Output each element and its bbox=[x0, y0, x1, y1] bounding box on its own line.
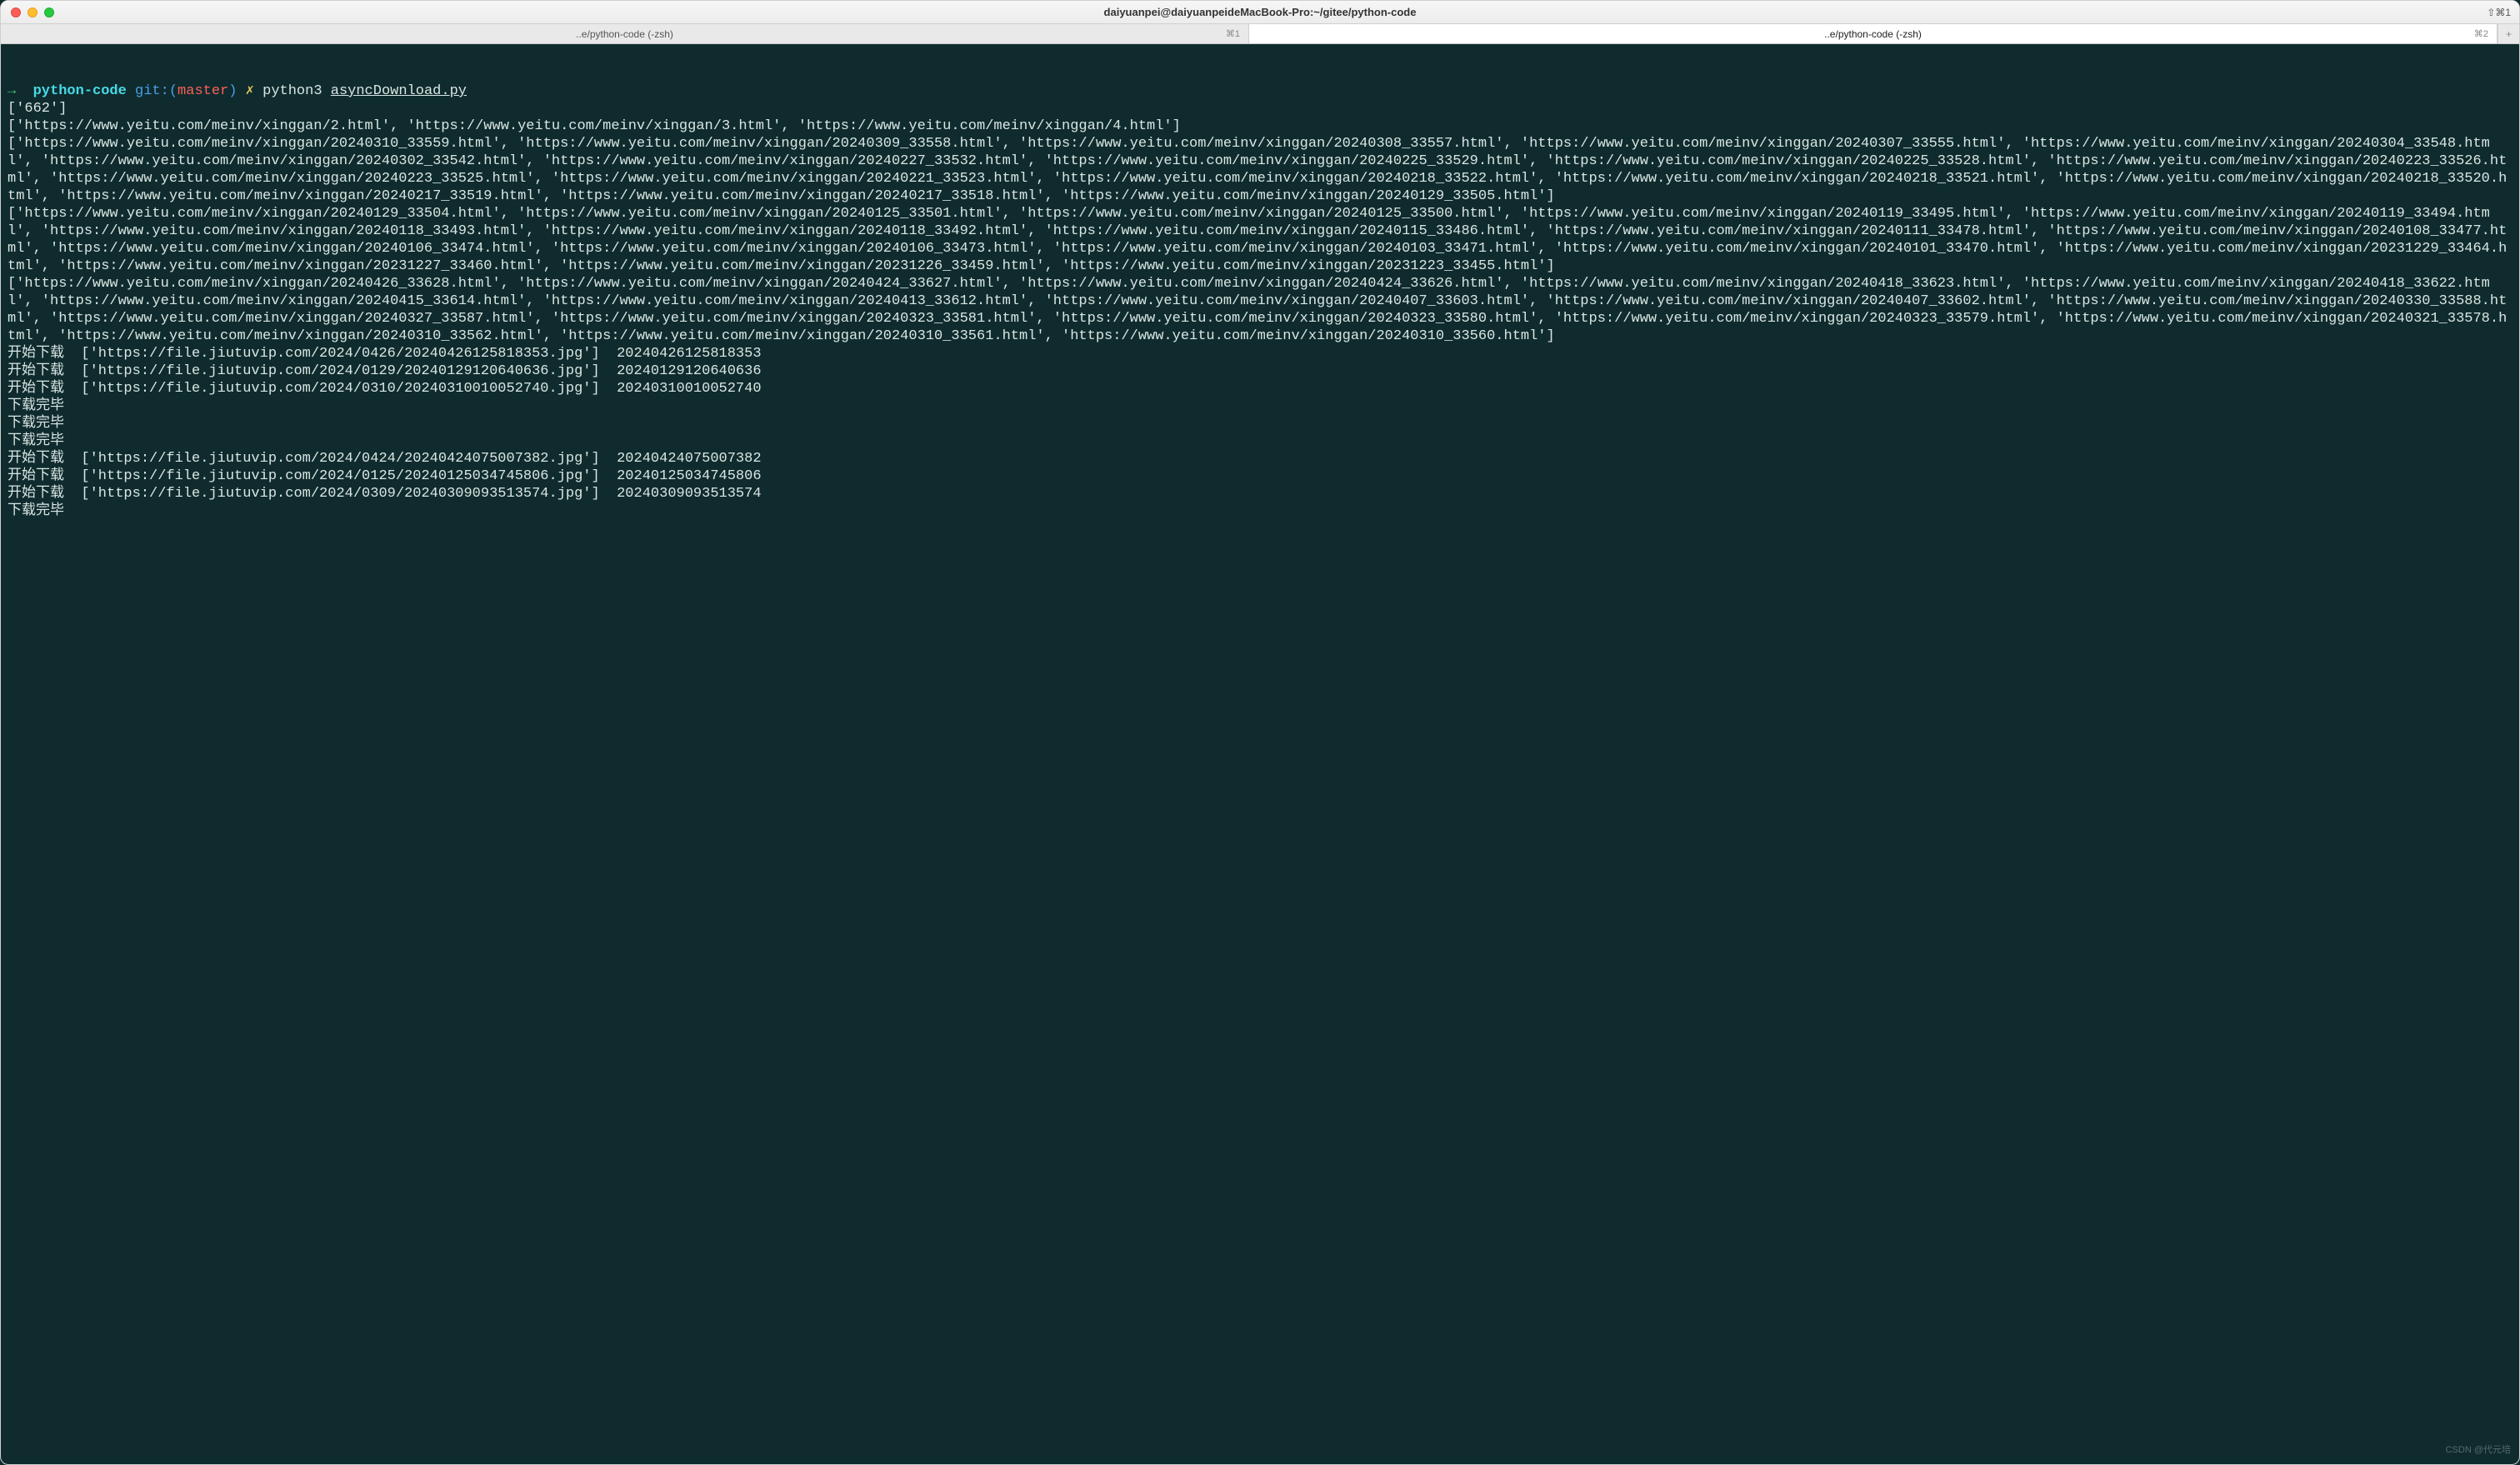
traffic-lights bbox=[11, 8, 54, 18]
terminal-window: daiyuanpei@daiyuanpeideMacBook-Pro:~/git… bbox=[0, 0, 2520, 1465]
terminal-body[interactable]: → python-code git:(master) ✗ python3 asy… bbox=[1, 44, 2519, 1464]
window-title: daiyuanpei@daiyuanpeideMacBook-Pro:~/git… bbox=[1104, 6, 1417, 18]
tab-1[interactable]: ..e/python-code (-zsh) ⌘1 bbox=[1, 24, 1249, 43]
prompt-branch: master bbox=[178, 83, 228, 99]
terminal-output: ['662'] ['https://www.yeitu.com/meinv/xi… bbox=[8, 101, 2507, 519]
prompt-arrow-icon: → bbox=[8, 83, 16, 99]
minimize-icon[interactable] bbox=[28, 8, 38, 18]
command-text: python3 asyncDownload.py bbox=[262, 83, 467, 99]
window-shortcut: ⇧⌘1 bbox=[2487, 7, 2511, 18]
prompt-line: → python-code git:(master) ✗ python3 asy… bbox=[8, 82, 2512, 100]
tab-shortcut: ⌘2 bbox=[2474, 28, 2488, 39]
prompt-git-label: git:( bbox=[135, 83, 178, 99]
tab-label: ..e/python-code (-zsh) bbox=[1824, 28, 1922, 40]
prompt-folder: python-code bbox=[33, 83, 127, 99]
watermark: CSDN @代元培 bbox=[2446, 1442, 2511, 1459]
tabbar: ..e/python-code (-zsh) ⌘1 ..e/python-cod… bbox=[1, 24, 2519, 44]
tab-2[interactable]: ..e/python-code (-zsh) ⌘2 bbox=[1249, 24, 2498, 43]
prompt-dirty-icon: ✗ bbox=[246, 83, 254, 99]
tab-shortcut: ⌘1 bbox=[1226, 28, 1240, 39]
titlebar: daiyuanpei@daiyuanpeideMacBook-Pro:~/git… bbox=[1, 1, 2519, 24]
zoom-icon[interactable] bbox=[44, 8, 54, 18]
close-icon[interactable] bbox=[11, 8, 21, 18]
add-tab-button[interactable]: + bbox=[2498, 24, 2519, 43]
tab-label: ..e/python-code (-zsh) bbox=[576, 28, 673, 40]
